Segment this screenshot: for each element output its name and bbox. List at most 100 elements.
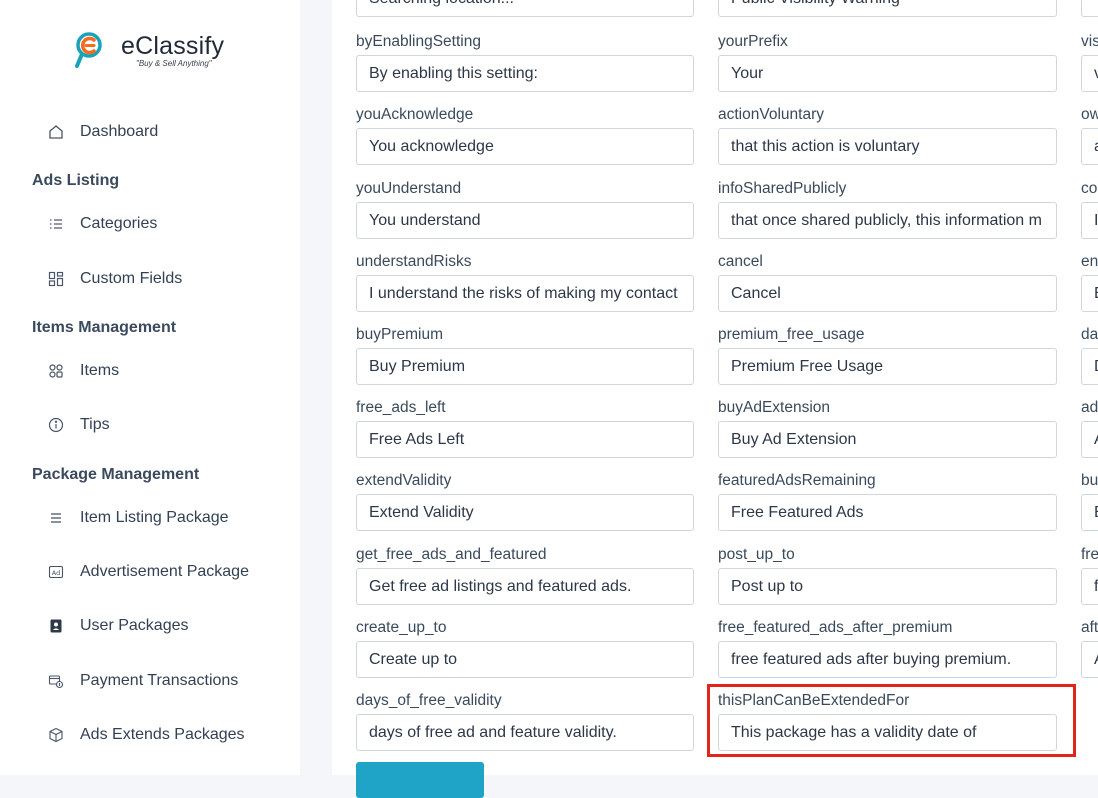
- sidebar-item-label: Items: [80, 362, 120, 379]
- searching-location-input[interactable]: [356, 0, 694, 17]
- field-label: understandRisks: [356, 253, 472, 270]
- field-label: buyPremium: [356, 326, 443, 343]
- field-label: featuredAdsRemaining: [718, 472, 876, 489]
- col3-input[interactable]: [1081, 641, 1098, 678]
- menu-icon: [46, 508, 66, 528]
- section-package-management: Package Management: [32, 466, 200, 483]
- byEnablingSetting-input[interactable]: [356, 55, 694, 92]
- info-icon: [46, 415, 66, 435]
- field-label: youAcknowledge: [356, 106, 474, 123]
- field-label: extendValidity: [356, 472, 452, 489]
- field-label: da: [1081, 326, 1098, 343]
- sidebar-item-item-listing-package[interactable]: Item Listing Package: [46, 506, 229, 530]
- cancel-input[interactable]: [718, 275, 1057, 312]
- field-label: buyAdExtension: [718, 399, 831, 416]
- free-featured-ads-after-premium-input[interactable]: [718, 641, 1057, 678]
- box-icon: [46, 725, 66, 745]
- translation-form: byEnablingSetting youAcknowledge youUnde…: [332, 0, 1098, 775]
- get-free-ads-and-featured-input[interactable]: [356, 568, 694, 605]
- sidebar-item-tips[interactable]: Tips: [46, 413, 110, 437]
- sidebar-item-label: User Packages: [80, 617, 189, 634]
- yourPrefix-input[interactable]: [718, 55, 1057, 92]
- sidebar-item-label: Payment Transactions: [80, 672, 239, 689]
- buyAdExtension-input[interactable]: [718, 421, 1057, 458]
- field-label: post_up_to: [718, 546, 795, 563]
- field-label: fre: [1081, 546, 1098, 563]
- field-label: days_of_free_validity: [356, 692, 502, 709]
- app-name: eClassify: [121, 32, 225, 60]
- col3-input[interactable]: [1081, 55, 1098, 92]
- sidebar-item-payment-transactions[interactable]: Payment Transactions: [46, 669, 238, 693]
- field-label: yourPrefix: [718, 33, 788, 50]
- col3-partial-input[interactable]: [1081, 0, 1098, 17]
- extendValidity-input[interactable]: [356, 494, 694, 531]
- grid-icon: [46, 269, 66, 289]
- sidebar-item-ads-extends-packages[interactable]: Ads Extends Packages: [46, 723, 245, 747]
- field-label: free_featured_ads_after_premium: [718, 619, 953, 636]
- field-label: infoSharedPublicly: [718, 180, 847, 197]
- list-icon: [46, 214, 66, 234]
- sidebar: eClassify "Buy & Sell Anything" Dashboar…: [0, 0, 300, 775]
- sidebar-item-custom-fields[interactable]: Custom Fields: [46, 267, 182, 291]
- youUnderstand-input[interactable]: [356, 202, 694, 239]
- save-changes-button[interactable]: [356, 762, 484, 798]
- field-label: co: [1081, 180, 1098, 197]
- sidebar-item-label: Custom Fields: [80, 270, 183, 287]
- col3-input[interactable]: [1081, 128, 1098, 165]
- youAcknowledge-input[interactable]: [356, 128, 694, 165]
- sidebar-item-dashboard[interactable]: Dashboard: [46, 120, 158, 144]
- section-items-management: Items Management: [32, 319, 177, 336]
- featuredAdsRemaining-input[interactable]: [718, 494, 1057, 531]
- field-label: premium_free_usage: [718, 326, 865, 343]
- sidebar-item-label: Ads Extends Packages: [80, 726, 245, 743]
- sidebar-item-label: Advertisement Package: [80, 563, 249, 580]
- field-label: bu: [1081, 472, 1098, 489]
- col3-input[interactable]: [1081, 568, 1098, 605]
- field-label: en: [1081, 253, 1098, 270]
- field-label: get_free_ads_and_featured: [356, 546, 547, 563]
- field-label: actionVoluntary: [718, 106, 824, 123]
- ad-icon: Ad: [46, 562, 66, 582]
- sidebar-item-items[interactable]: Items: [46, 359, 119, 383]
- field-label: byEnablingSetting: [356, 33, 481, 50]
- payment-icon: [46, 671, 66, 691]
- field-label: vis: [1081, 33, 1098, 50]
- field-label: cancel: [718, 253, 763, 270]
- field-label: create_up_to: [356, 619, 447, 636]
- field-label: ow: [1081, 106, 1098, 123]
- app-tagline: "Buy & Sell Anything": [136, 59, 212, 68]
- post-up-to-input[interactable]: [718, 568, 1057, 605]
- infoSharedPublicly-input[interactable]: [718, 202, 1057, 239]
- svg-text:Ad: Ad: [52, 569, 60, 577]
- sidebar-item-label: Item Listing Package: [80, 509, 229, 526]
- free-ads-left-input[interactable]: [356, 421, 694, 458]
- buyPremium-input[interactable]: [356, 348, 694, 385]
- items-icon: [46, 361, 66, 381]
- public-visibility-warning-input[interactable]: [718, 0, 1057, 17]
- sidebar-item-label: Categories: [80, 215, 158, 232]
- field-label: youUnderstand: [356, 180, 462, 197]
- sidebar-item-categories[interactable]: Categories: [46, 212, 157, 236]
- thisPlanCanBeExtendedFor-input[interactable]: [718, 714, 1057, 751]
- col3-input[interactable]: [1081, 421, 1098, 458]
- field-label: free_ads_left: [356, 399, 446, 416]
- premium-free-usage-input[interactable]: [718, 348, 1057, 385]
- actionVoluntary-input[interactable]: [718, 128, 1057, 165]
- field-label: aft: [1081, 619, 1098, 636]
- sidebar-item-label: Dashboard: [80, 123, 159, 140]
- col3-input[interactable]: [1081, 202, 1098, 239]
- sidebar-item-advertisement-package[interactable]: Ad Advertisement Package: [46, 560, 249, 584]
- sidebar-item-user-packages[interactable]: User Packages: [46, 614, 189, 638]
- user-book-icon: [46, 616, 66, 636]
- days-of-free-validity-input[interactable]: [356, 714, 694, 751]
- col3-input[interactable]: [1081, 494, 1098, 531]
- section-ads-listing: Ads Listing: [32, 172, 120, 189]
- col3-input[interactable]: [1081, 348, 1098, 385]
- field-label: ad: [1081, 399, 1098, 416]
- understandRisks-input[interactable]: [356, 275, 694, 312]
- col3-input[interactable]: [1081, 275, 1098, 312]
- home-icon: [46, 122, 66, 142]
- sidebar-item-label: Tips: [80, 416, 110, 433]
- app-logo[interactable]: eClassify "Buy & Sell Anything": [74, 30, 224, 70]
- create-up-to-input[interactable]: [356, 641, 694, 678]
